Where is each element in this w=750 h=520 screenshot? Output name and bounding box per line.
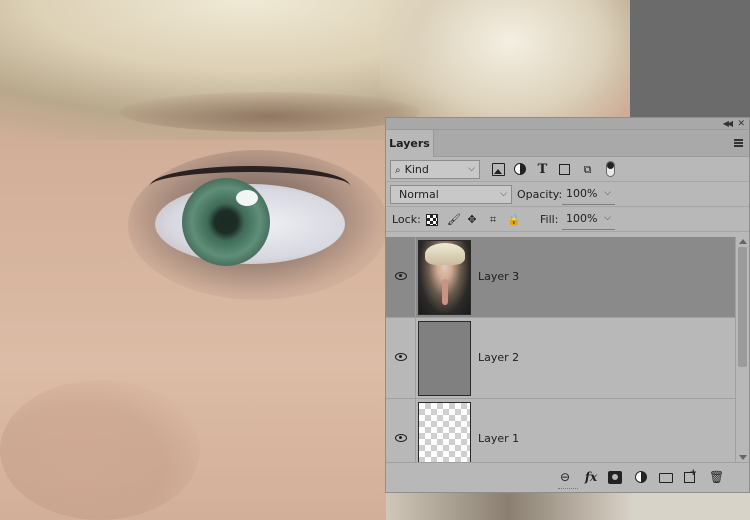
photo-nose (0, 380, 200, 520)
layers-panel: ◀◀ ✕ Layers ⌕ Kind ⌵ T ⧉ Normal ⌵ Opacity… (385, 117, 750, 493)
lock-artboard-icon[interactable]: ⌗ (487, 214, 499, 226)
tab-layers[interactable]: Layers (386, 130, 434, 157)
filter-toggle-icon[interactable] (606, 161, 615, 177)
layers-scrollbar[interactable] (735, 237, 749, 462)
layer-row-2[interactable]: Layer 2 (386, 318, 736, 399)
lock-all-icon[interactable]: 🔒 (507, 214, 521, 226)
visibility-column (386, 399, 416, 462)
layer-name[interactable]: Layer 2 (478, 351, 519, 364)
new-group-icon[interactable] (659, 473, 673, 483)
panel-tab-bar: Layers (386, 130, 749, 157)
layer-row-1[interactable]: Layer 1 (386, 399, 736, 462)
adjustment-layer-icon[interactable] (635, 471, 647, 483)
add-mask-icon[interactable] (608, 471, 622, 484)
lock-label: Lock: (392, 213, 421, 226)
layer-filter-row: ⌕ Kind ⌵ T ⧉ (386, 157, 749, 182)
layer-thumbnail[interactable] (418, 240, 471, 315)
eye-icon[interactable] (395, 434, 407, 442)
layers-list: Layer 3 Layer 2 Layer 1 (386, 237, 736, 462)
photo-eyelid (150, 166, 350, 206)
filter-search-icon: ⌕ (395, 165, 401, 176)
layer-thumbnail[interactable] (418, 321, 471, 396)
panel-footer: ⊖ fx 🗑 (386, 462, 749, 492)
layer-thumbnail[interactable] (418, 402, 471, 462)
blend-mode-dropdown[interactable]: Normal ⌵ (390, 185, 512, 204)
scroll-down-icon[interactable] (739, 455, 747, 460)
layer-row-3[interactable]: Layer 3 (386, 237, 736, 318)
close-panel-icon[interactable]: ✕ (737, 118, 745, 130)
panel-resize-grip[interactable] (558, 488, 578, 490)
filter-kind-dropdown[interactable]: ⌕ Kind ⌵ (390, 160, 480, 179)
collapse-panel-icon[interactable]: ◀◀ (723, 118, 733, 130)
new-layer-icon[interactable] (684, 467, 697, 483)
visibility-column (386, 318, 416, 398)
chevron-down-icon: ⌵ (500, 189, 507, 199)
panel-menu-icon[interactable] (734, 139, 743, 147)
eye-icon[interactable] (395, 272, 407, 280)
scroll-thumb[interactable] (738, 247, 747, 367)
type-filter-icon[interactable]: T (536, 163, 549, 176)
lock-position-icon[interactable]: ✥ (466, 214, 478, 226)
blend-mode-value: Normal (399, 188, 439, 201)
image-filter-icon[interactable] (492, 163, 505, 176)
fx-icon[interactable]: fx (584, 471, 598, 484)
chevron-down-icon: ⌵ (604, 213, 611, 223)
shape-filter-icon[interactable] (559, 164, 570, 175)
panel-title-bar[interactable]: ◀◀ ✕ (386, 118, 749, 130)
lock-image-pixels-icon[interactable]: 🖌 (447, 214, 461, 226)
delete-layer-icon[interactable]: 🗑 (709, 471, 724, 484)
chevron-down-icon: ⌵ (604, 188, 611, 198)
filter-kind-value: Kind (404, 163, 429, 176)
link-layers-icon[interactable]: ⊖ (558, 471, 572, 484)
opacity-value: 100% (566, 187, 598, 200)
scroll-up-icon[interactable] (739, 239, 747, 244)
opacity-label: Opacity: (517, 188, 563, 201)
blend-opacity-row: Normal ⌵ Opacity: 100% ⌵ (386, 182, 749, 207)
smart-object-filter-icon[interactable]: ⧉ (581, 163, 594, 176)
layer-name[interactable]: Layer 3 (478, 270, 519, 283)
fill-label: Fill: (540, 213, 559, 226)
opacity-field[interactable]: 100% ⌵ (562, 185, 615, 205)
chevron-down-icon: ⌵ (468, 164, 475, 174)
layer-name[interactable]: Layer 1 (478, 432, 519, 445)
eye-icon[interactable] (395, 353, 407, 361)
visibility-column (386, 237, 416, 317)
photo-lower-strip-right (630, 490, 750, 520)
photo-eyebrow (120, 92, 420, 132)
adjustment-filter-icon[interactable] (514, 163, 526, 175)
fill-value: 100% (566, 212, 598, 225)
fill-field[interactable]: 100% ⌵ (562, 210, 615, 230)
lock-transparent-pixels-icon[interactable] (426, 214, 438, 226)
lock-fill-row: Lock: 🖌 ✥ ⌗ 🔒 Fill: 100% ⌵ (386, 207, 749, 232)
